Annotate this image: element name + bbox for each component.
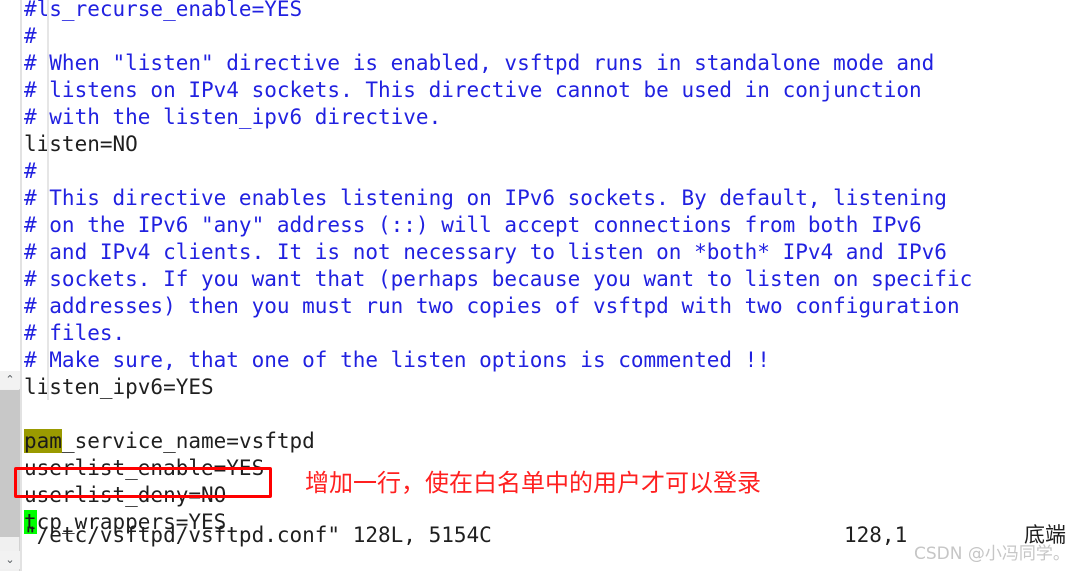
search-match-highlight: pam [24, 429, 62, 453]
buffer-line[interactable]: # Make sure, that one of the listen opti… [24, 347, 1088, 374]
gutter-divider [20, 0, 22, 571]
status-filename: "/etc/vsftpd/vsftpd.conf" 128L, 5154C [24, 523, 492, 547]
text-buffer[interactable]: #ls_recurse_enable=YES # # When "listen" d… [24, 0, 1088, 536]
vertical-scrollbar[interactable]: ⌃ ⌄ [0, 0, 20, 571]
buffer-line[interactable]: # sockets. If you want that (perhaps bec… [24, 266, 1088, 293]
buffer-line[interactable]: # When "listen" directive is enabled, vs… [24, 50, 1088, 77]
scrollbar-up-arrow-icon[interactable]: ⌃ [0, 371, 20, 389]
buffer-line[interactable]: listen_ipv6=YES [24, 374, 1088, 401]
buffer-line[interactable]: # with the listen_ipv6 directive. [24, 104, 1088, 131]
buffer-line[interactable]: pam_service_name=vsftpd [24, 428, 1088, 455]
buffer-line[interactable]: # [24, 23, 1088, 50]
status-cursor-position: 128,1 [844, 523, 908, 547]
buffer-line[interactable]: # and IPv4 clients. It is not necessary … [24, 239, 1088, 266]
buffer-line[interactable]: # addresses) then you must run two copie… [24, 293, 1088, 320]
vim-terminal-window: ⌃ ⌄ #ls_recurse_enable=YES # # When "liste… [0, 0, 1088, 571]
scrollbar-down-arrow-icon[interactable]: ⌄ [0, 551, 20, 569]
buffer-line[interactable]: # listens on IPv4 sockets. This directiv… [24, 77, 1088, 104]
scrollbar-thumb[interactable] [0, 390, 20, 537]
buffer-line[interactable]: # [24, 158, 1088, 185]
gutter-divider-secondary [47, 0, 49, 400]
buffer-line-text: _service_name=vsftpd [61, 429, 315, 453]
buffer-line[interactable]: # on the IPv6 "any" address (::) will ac… [24, 212, 1088, 239]
buffer-line[interactable]: #ls_recurse_enable=YES [24, 0, 1088, 23]
buffer-line[interactable]: listen=NO [24, 131, 1088, 158]
buffer-line[interactable]: # files. [24, 320, 1088, 347]
buffer-line[interactable] [24, 401, 1088, 428]
csdn-watermark: CSDN @小冯同学。 [914, 544, 1070, 564]
buffer-line[interactable]: # This directive enables listening on IP… [24, 185, 1088, 212]
annotation-text: 增加一行，使在白名单中的用户才可以登录 [305, 469, 761, 497]
